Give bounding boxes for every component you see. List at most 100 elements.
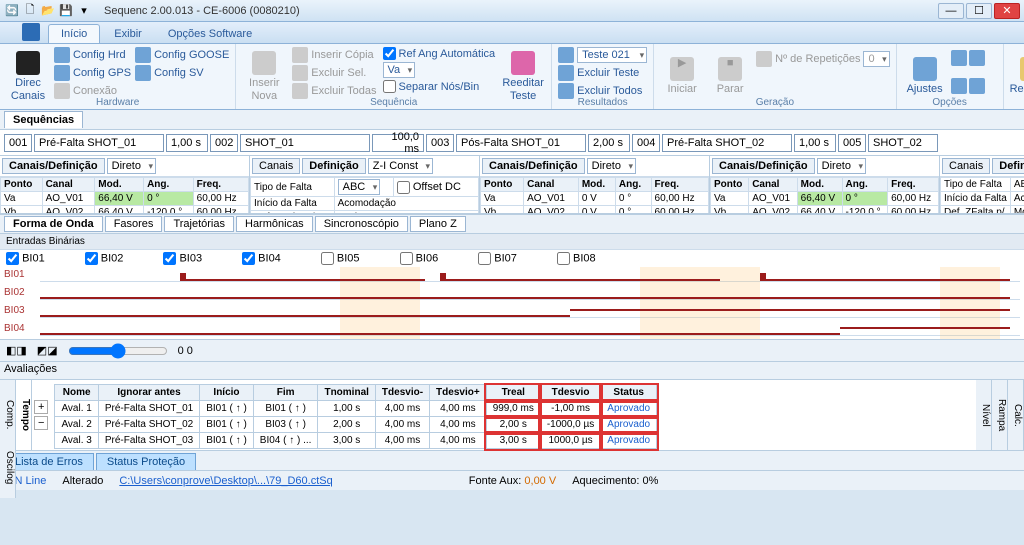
new-icon[interactable]: 🗋	[22, 3, 38, 19]
separar-nos-checkbox[interactable]: Separar Nós/Bin	[383, 79, 496, 94]
status-protecao-tab[interactable]: Status Proteção	[96, 453, 196, 470]
teste-dropdown[interactable]: Teste 021	[577, 47, 647, 63]
bi01-checkbox[interactable]: BI01	[6, 252, 45, 265]
sequencias-tab[interactable]: Sequências	[4, 111, 83, 128]
canais-definicao-tab-3[interactable]: Canais/Definição	[482, 158, 585, 174]
excluir-teste-button[interactable]: Excluir Teste	[558, 64, 647, 82]
inserir-copia-button[interactable]: Inserir Cópia	[292, 46, 376, 64]
table-row[interactable]: Aval. 2Pré-Falta SHOT_02BI01 ( ↑ )BI03 (…	[55, 417, 657, 433]
table-row[interactable]: VbAO_V0266,40 V-120,0 °60,00 Hz	[711, 206, 939, 215]
canais-block-3: Canais/DefiniçãoDireto PontoCanalMod.Ang…	[480, 156, 710, 213]
canais-definicao-tab[interactable]: Canais/Definição	[2, 158, 105, 174]
minimize-button[interactable]: —	[938, 3, 964, 19]
seq-num-1[interactable]: 001	[4, 134, 32, 152]
file-menu-button[interactable]	[22, 23, 40, 41]
config-sv-button[interactable]: Config SV	[135, 64, 229, 82]
sincronoscopio-tab[interactable]: Sincronoscópio	[315, 216, 408, 232]
side-tab-nivel[interactable]: Nível	[976, 380, 992, 450]
table-row[interactable]: Tipo de FaltaABC	[941, 178, 1024, 192]
zoom-slider[interactable]	[68, 343, 168, 359]
config-gps-button[interactable]: Config GPS	[54, 64, 131, 82]
waveform-area[interactable]: BI01 BI02 BI03 BI04	[0, 267, 1024, 339]
seq-num-4[interactable]: 004	[632, 134, 660, 152]
close-button[interactable]: ✕	[994, 3, 1020, 19]
seq-dur-4[interactable]: 1,00 s	[794, 134, 836, 152]
nrep-spinner[interactable]: 0	[863, 51, 889, 67]
gps-icon	[54, 65, 70, 81]
chevron-down-icon[interactable]: ▾	[76, 3, 92, 19]
maximize-button[interactable]: ☐	[966, 3, 992, 19]
bi04-checkbox[interactable]: BI04	[242, 252, 281, 265]
table-row[interactable]: VaAO_V0166,40 V0 °60,00 Hz	[711, 192, 939, 206]
seq-num-5[interactable]: 005	[838, 134, 866, 152]
forma-onda-bar: Forma de Onda Fasores Trajetórias Harmôn…	[0, 214, 1024, 234]
table-row[interactable]: Início da FaltaAcomodação	[251, 197, 479, 211]
file-path-link[interactable]: C:\Users\conprove\Desktop\...\79_D60.ctS…	[119, 475, 332, 487]
definicao-tab-2[interactable]: Definição	[302, 158, 366, 174]
seq-name-2[interactable]: SHOT_01	[240, 134, 370, 152]
open-icon[interactable]: 📂	[40, 3, 56, 19]
table-row[interactable]: VaAO_V010 V0 °60,00 Hz	[481, 192, 709, 206]
trajetorias-tab[interactable]: Trajetórias	[164, 216, 234, 232]
table-row[interactable]: VaAO_V0166,40 V0 °60,00 Hz	[1, 192, 249, 206]
bi03-checkbox[interactable]: BI03	[163, 252, 202, 265]
opt-icon-1[interactable]	[951, 50, 967, 66]
side-tab-tempo[interactable]: Tempo	[16, 380, 32, 450]
seq-name-3[interactable]: Pós-Falta SHOT_01	[456, 134, 586, 152]
tab-exibir[interactable]: Exibir	[102, 25, 154, 43]
config-goose-button[interactable]: Config GOOSE	[135, 46, 229, 64]
side-tab-calc[interactable]: Calc.	[1008, 380, 1024, 450]
zi-dropdown[interactable]: Z-I Const	[368, 158, 433, 174]
bi08-checkbox[interactable]: BI08	[557, 252, 596, 265]
harmonicas-tab[interactable]: Harmônicas	[236, 216, 313, 232]
canais-block-5: CanaisDefinição Tipo de FaltaABCInício d…	[940, 156, 1024, 213]
config-hrd-button[interactable]: Config Hrd	[54, 46, 131, 64]
opt-icon-4[interactable]	[969, 78, 985, 94]
remove-row-button[interactable]: −	[34, 416, 48, 430]
bi02-checkbox[interactable]: BI02	[85, 252, 124, 265]
seq-dur-1[interactable]: 1,00 s	[166, 134, 208, 152]
relatorio-button[interactable]: Relatório	[1010, 46, 1024, 107]
seq-name-1[interactable]: Pré-Falta SHOT_01	[34, 134, 164, 152]
seq-num-3[interactable]: 003	[426, 134, 454, 152]
table-row[interactable]: Def. ZFalta p/Mod; Ang	[941, 206, 1024, 215]
opt-icon-3[interactable]	[951, 78, 967, 94]
bi06-checkbox[interactable]: BI06	[400, 252, 439, 265]
seq-name-5[interactable]: SHOT_02	[868, 134, 938, 152]
ribbon-group-hardware: Direc Canais Config Hrd Config GPS Conex…	[0, 44, 236, 109]
va-dropdown[interactable]: Va	[383, 62, 416, 78]
direto-dropdown-4[interactable]: Direto	[817, 158, 866, 174]
table-row[interactable]: Início da FaltaAcomodação	[941, 192, 1024, 206]
table-row[interactable]: VbAO_V0266,40 V-120,0 °60,00 Hz	[1, 206, 249, 215]
table-row[interactable]: VbAO_V020 V0 °60,00 Hz	[481, 206, 709, 215]
seq-num-2[interactable]: 002	[210, 134, 238, 152]
direto-dropdown-3[interactable]: Direto	[587, 158, 636, 174]
bi05-checkbox[interactable]: BI05	[321, 252, 360, 265]
bi07-checkbox[interactable]: BI07	[478, 252, 517, 265]
table-row[interactable]: Aval. 3Pré-Falta SHOT_03BI01 ( ↑ )BI04 (…	[55, 433, 657, 449]
table-row[interactable]: Aval. 1Pré-Falta SHOT_01BI01 ( ↑ )BI01 (…	[55, 401, 657, 417]
save-icon[interactable]: 💾	[58, 3, 74, 19]
side-tab-rampa[interactable]: Rampa	[992, 380, 1008, 450]
zoom-icon-2[interactable]: ◩◪	[37, 344, 58, 357]
delete-icon	[292, 65, 308, 81]
direto-dropdown-1[interactable]: Direto	[107, 158, 156, 174]
ref-ang-checkbox[interactable]: Ref Ang Automática	[383, 46, 496, 61]
side-tab-oscilog[interactable]: Oscilog	[0, 438, 16, 498]
seq-dur-3[interactable]: 2,00 s	[588, 134, 630, 152]
seq-dur-2[interactable]: 100,0 ms	[372, 134, 424, 152]
add-row-button[interactable]: +	[34, 400, 48, 414]
seq-name-4[interactable]: Pré-Falta SHOT_02	[662, 134, 792, 152]
tab-opcoes-software[interactable]: Opções Software	[156, 25, 264, 43]
lista-erros-tab[interactable]: Lista de Erros	[4, 453, 94, 470]
fasores-tab[interactable]: Fasores	[105, 216, 163, 232]
table-row[interactable]: Tipo de FaltaABC Offset DC	[251, 178, 479, 197]
opt-icon-2[interactable]	[969, 50, 985, 66]
zoom-icon[interactable]: ◧◨	[6, 344, 27, 357]
tab-inicio[interactable]: Início	[48, 24, 100, 43]
canais-definicao-tab-4[interactable]: Canais/Definição	[712, 158, 815, 174]
planoz-tab[interactable]: Plano Z	[410, 216, 466, 232]
canais-tab-2[interactable]: Canais	[252, 158, 300, 174]
forma-onda-tab[interactable]: Forma de Onda	[4, 216, 103, 232]
excluir-sel-button[interactable]: Excluir Sel.	[292, 64, 376, 82]
